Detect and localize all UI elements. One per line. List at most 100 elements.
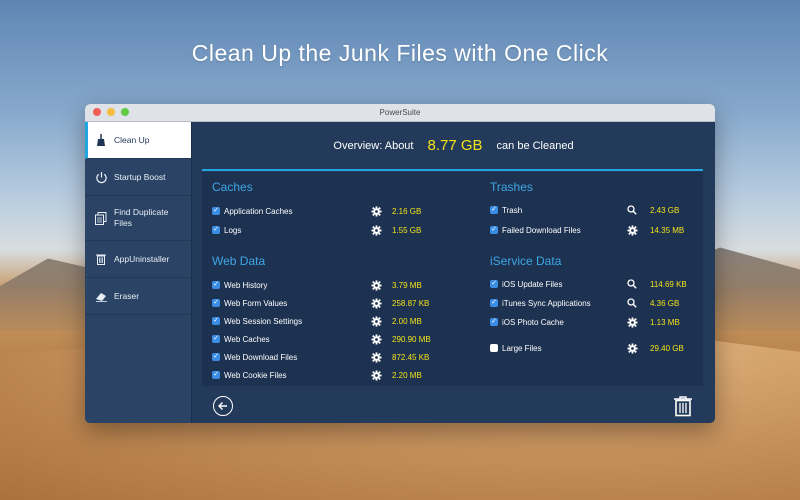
gear-icon[interactable] <box>370 279 382 291</box>
gear-icon[interactable] <box>370 333 382 345</box>
bottom-toolbar <box>192 394 715 423</box>
section-title-trashes: Trashes <box>490 180 533 194</box>
sidebar-item-clean-up[interactable]: Clean Up <box>85 122 191 159</box>
arrow-left-icon <box>218 402 227 410</box>
gear-icon[interactable] <box>370 369 382 381</box>
row-label: Web Cookie Files <box>224 370 287 380</box>
main-content: Overview: About 8.77 GB can be Cleaned C… <box>192 122 715 423</box>
window-controls <box>93 108 129 116</box>
cleanup-row: ✓ Web Cookie Files 2.20 MB <box>212 368 444 382</box>
cleanup-row: ✓ Web History 3.79 MB <box>212 278 444 292</box>
gear-icon[interactable] <box>626 316 638 328</box>
row-label: iTunes Sync Applications <box>502 298 591 308</box>
row-size: 290.90 MB <box>392 334 431 344</box>
checkbox-web-form-values[interactable]: ✓ <box>212 299 220 307</box>
cleanup-row: ✓ iTunes Sync Applications 4.36 GB <box>490 296 710 310</box>
minimize-button[interactable] <box>107 108 115 116</box>
back-button[interactable] <box>213 396 233 416</box>
sidebar: Clean Up Startup Boost Find Duplicate Fi… <box>85 122 192 423</box>
sidebar-item-find-duplicate-files[interactable]: Find Duplicate Files <box>85 196 191 241</box>
window-title: PowerSuite <box>379 108 421 117</box>
window-titlebar: PowerSuite <box>85 104 715 122</box>
cleanup-panel: Caches ✓ Application Caches 2.16 GB ✓ Logs 1.… <box>202 172 703 386</box>
magnifier-icon[interactable] <box>626 297 638 309</box>
gear-icon[interactable] <box>370 315 382 327</box>
row-label: Web History <box>224 280 268 290</box>
row-size: 2.43 GB <box>650 205 680 215</box>
row-size: 3.79 MB <box>392 280 422 290</box>
cleanup-row: ✓ Failed Download Files 14.35 MB <box>490 223 710 237</box>
trash-icon <box>674 396 692 417</box>
row-label: Web Form Values <box>224 298 288 308</box>
eraser-icon <box>94 289 108 303</box>
checkbox-ios-photo-cache[interactable]: ✓ <box>490 318 498 326</box>
close-button[interactable] <box>93 108 101 116</box>
trash-icon <box>94 252 108 266</box>
overview-suffix: can be Cleaned <box>496 139 574 152</box>
sidebar-item-label: Clean Up <box>114 134 150 145</box>
overview-prefix: Overview: About <box>333 139 414 152</box>
sidebar-item-label: Startup Boost <box>114 171 166 182</box>
row-size: 14.35 MB <box>650 225 685 235</box>
zoom-button[interactable] <box>121 108 129 116</box>
row-size: 2.16 GB <box>392 206 422 216</box>
magnifier-icon[interactable] <box>626 204 638 216</box>
sidebar-item-label: Eraser <box>114 290 140 301</box>
gear-icon[interactable] <box>370 351 382 363</box>
checkbox-ios-update-files[interactable]: ✓ <box>490 280 498 288</box>
gear-icon[interactable] <box>626 342 638 354</box>
cleanup-row: Large Files 29.40 GB <box>490 341 710 355</box>
checkbox-web-caches[interactable]: ✓ <box>212 335 220 343</box>
sidebar-item-app-uninstaller[interactable]: AppUninstaller <box>85 241 191 278</box>
checkbox-web-download-files[interactable]: ✓ <box>212 353 220 361</box>
row-label: Logs <box>224 225 242 235</box>
sidebar-item-startup-boost[interactable]: Startup Boost <box>85 159 191 196</box>
row-size: 4.36 GB <box>650 298 680 308</box>
row-size: 2.20 MB <box>392 370 422 380</box>
checkbox-logs[interactable]: ✓ <box>212 226 220 234</box>
row-label: Web Download Files <box>224 352 298 362</box>
duplicate-files-icon <box>94 211 108 225</box>
section-title-iservice-data: iService Data <box>490 254 562 268</box>
promo-headline: Clean Up the Junk Files with One Click <box>191 40 609 66</box>
broom-icon <box>94 133 108 147</box>
checkbox-web-cookie-files[interactable]: ✓ <box>212 371 220 379</box>
sidebar-item-eraser[interactable]: Eraser <box>85 278 191 315</box>
gear-icon[interactable] <box>370 205 382 217</box>
cleanup-row: ✓ Trash 2.43 GB <box>490 203 710 217</box>
clean-trash-button[interactable] <box>672 395 694 417</box>
row-label: Failed Download Files <box>502 225 581 235</box>
gear-icon[interactable] <box>626 224 638 236</box>
gear-icon[interactable] <box>370 297 382 309</box>
row-label: Large Files <box>502 343 542 353</box>
checkbox-web-session-settings[interactable]: ✓ <box>212 317 220 325</box>
section-title-caches: Caches <box>212 180 253 194</box>
gear-icon[interactable] <box>370 224 382 236</box>
row-label: Web Caches <box>224 334 270 344</box>
row-size: 29.40 GB <box>650 343 684 353</box>
checkbox-failed-download-files[interactable]: ✓ <box>490 226 498 234</box>
overview-divider <box>202 169 703 171</box>
checkbox-web-history[interactable]: ✓ <box>212 281 220 289</box>
row-label: Application Caches <box>224 206 293 216</box>
checkbox-trash[interactable]: ✓ <box>490 206 498 214</box>
row-label: iOS Photo Cache <box>502 317 564 327</box>
sidebar-item-label: Find Duplicate Files <box>114 207 169 228</box>
checkbox-itunes-sync-applications[interactable]: ✓ <box>490 299 498 307</box>
overview-banner: Overview: About 8.77 GB can be Cleaned <box>192 122 715 169</box>
checkbox-application-caches[interactable]: ✓ <box>212 207 220 215</box>
row-label: Trash <box>502 205 523 215</box>
overview-amount: 8.77 GB <box>427 137 483 154</box>
row-size: 2.00 MB <box>392 316 422 326</box>
cleanup-row: ✓ Web Download Files 872.45 KB <box>212 350 444 364</box>
row-label: Web Session Settings <box>224 316 303 326</box>
row-size: 1.13 MB <box>650 317 680 327</box>
app-window: PowerSuite Clean Up Startup Boost Find D… <box>85 104 715 423</box>
checkbox-large-files[interactable] <box>490 344 498 352</box>
cleanup-row: ✓ Web Form Values 258.87 KB <box>212 296 444 310</box>
power-icon <box>94 170 108 184</box>
sidebar-item-label: AppUninstaller <box>114 253 170 264</box>
cleanup-row: ✓ iOS Photo Cache 1.13 MB <box>490 315 710 329</box>
magnifier-icon[interactable] <box>626 278 638 290</box>
section-title-web-data: Web Data <box>212 254 266 268</box>
